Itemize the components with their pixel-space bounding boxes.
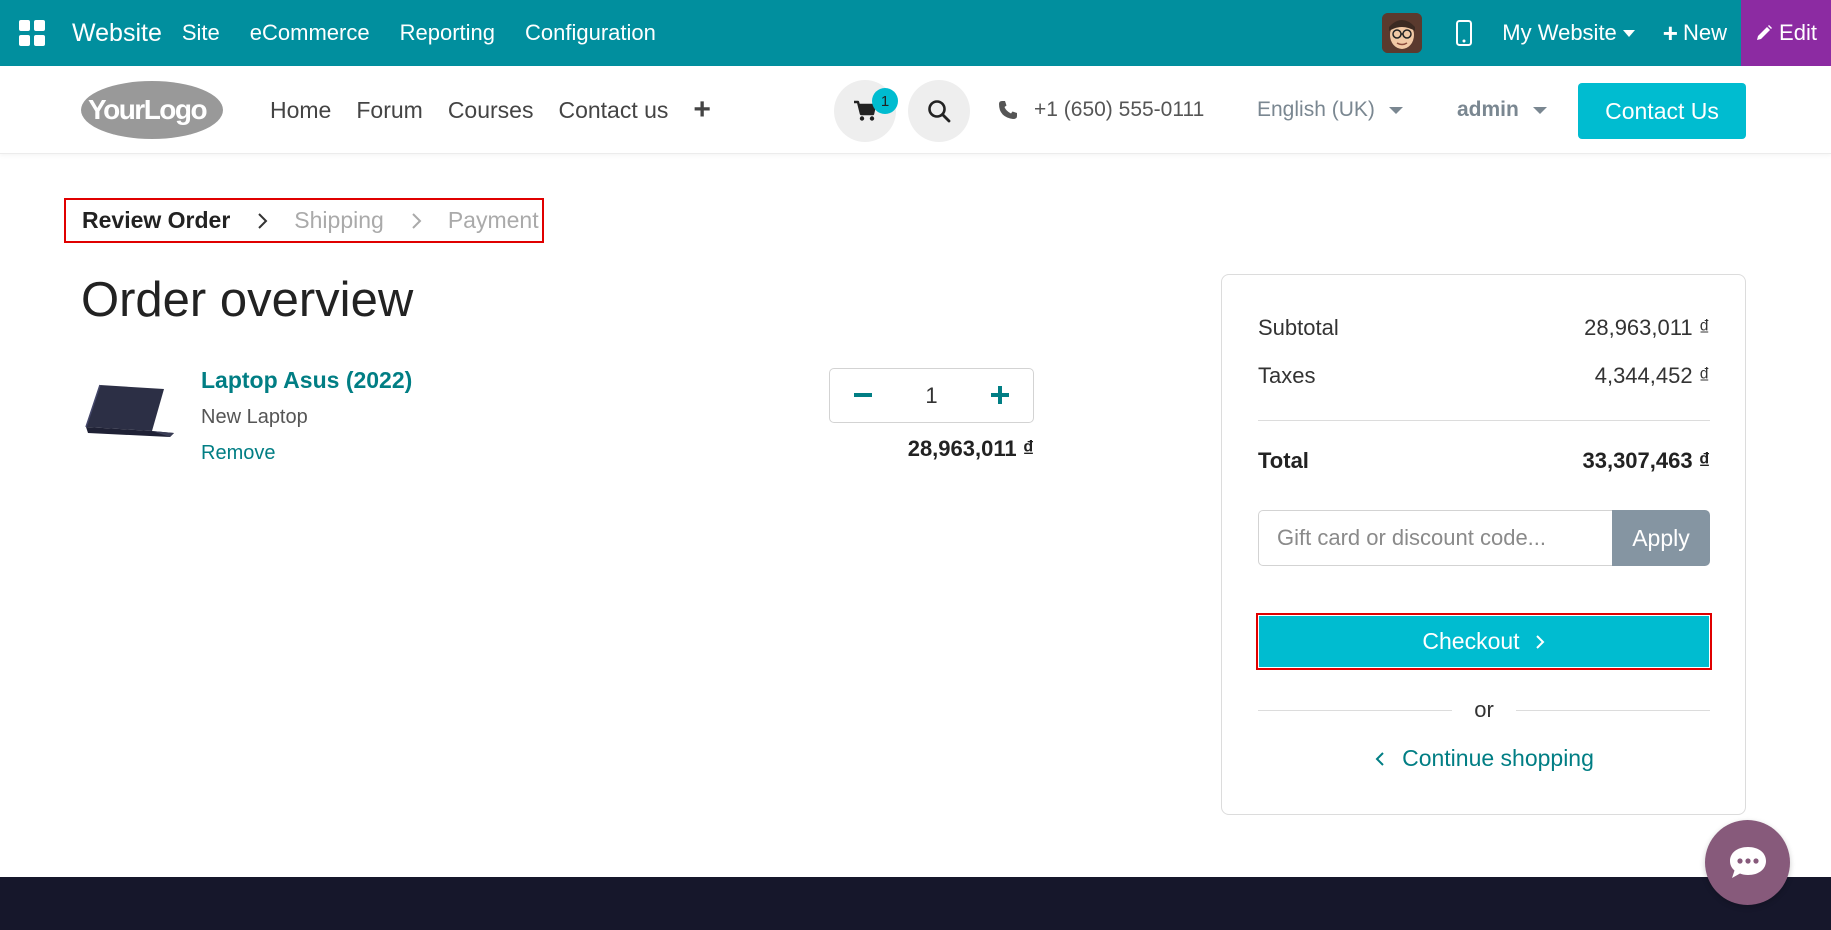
checkout-label: Checkout: [1422, 628, 1520, 654]
plus-icon: +: [1662, 17, 1678, 48]
quantity-input[interactable]: 1: [925, 383, 937, 409]
header-phone[interactable]: +1 (650) 555-0111: [998, 66, 1204, 154]
apps-menu-button[interactable]: [0, 0, 64, 66]
subtotal-row: Subtotal 28,963,011 ₫: [1258, 315, 1710, 341]
checkout-button[interactable]: Checkout: [1259, 616, 1709, 667]
chevron-right-icon: [1535, 634, 1544, 649]
page-title: Order overview: [81, 273, 414, 327]
increase-quantity-button[interactable]: [987, 381, 1013, 411]
user-menu[interactable]: admin: [1457, 66, 1547, 154]
promo-code-input[interactable]: [1258, 510, 1612, 566]
total-label: Total: [1258, 448, 1309, 473]
decrease-quantity-button[interactable]: [850, 381, 876, 411]
contact-us-button[interactable]: Contact Us: [1578, 83, 1746, 139]
main-nav: Home Forum Courses Contact us +: [270, 66, 711, 154]
admin-menu-ecommerce[interactable]: eCommerce: [250, 20, 370, 46]
nav-contact-us[interactable]: Contact us: [558, 97, 668, 124]
caret-down-icon: [1532, 106, 1547, 114]
taxes-row: Taxes 4,344,452 ₫: [1258, 363, 1710, 389]
nav-home[interactable]: Home: [270, 97, 331, 124]
logo-text: YourLogo: [88, 94, 208, 125]
or-label: or: [1474, 697, 1494, 722]
plus-icon: [991, 385, 1009, 404]
search-button[interactable]: [908, 80, 970, 142]
promo-code-group: Apply: [1258, 510, 1710, 566]
new-content-label: New: [1682, 20, 1727, 45]
chevron-left-icon: [1375, 751, 1384, 766]
chevron-right-icon: [412, 212, 422, 229]
edit-label: Edit: [1779, 20, 1817, 45]
admin-menu-reporting[interactable]: Reporting: [400, 20, 495, 46]
user-name: admin: [1457, 98, 1519, 121]
add-menu-item-icon[interactable]: +: [693, 93, 711, 127]
summary-divider: [1258, 420, 1710, 421]
step-shipping: Shipping: [294, 207, 384, 233]
app-brand[interactable]: Website: [72, 19, 162, 48]
user-avatar[interactable]: [1382, 13, 1423, 53]
subtotal-label: Subtotal: [1258, 315, 1339, 340]
language-selector[interactable]: English (UK): [1257, 66, 1403, 154]
livechat-button[interactable]: [1705, 820, 1790, 905]
total-value: 33,307,463 ₫: [1582, 448, 1710, 473]
remove-item-link[interactable]: Remove: [201, 442, 275, 465]
taxes-value: 4,344,452 ₫: [1594, 363, 1710, 388]
product-description: New Laptop: [201, 406, 308, 428]
total-row: Total 33,307,463 ₫: [1258, 448, 1710, 474]
chevron-right-icon: [258, 212, 268, 229]
taxes-label: Taxes: [1258, 363, 1316, 388]
separator-line: [1258, 709, 1453, 711]
edit-button[interactable]: Edit: [1741, 0, 1831, 66]
phone-icon: [999, 101, 1017, 119]
caret-down-icon: [1622, 29, 1635, 37]
website-header: YourLogo Home Forum Courses Contact us +…: [0, 66, 1831, 154]
product-name-link[interactable]: Laptop Asus (2022): [201, 367, 412, 394]
search-icon: [928, 100, 951, 123]
apply-promo-button[interactable]: Apply: [1612, 510, 1710, 566]
step-review-order[interactable]: Review Order: [82, 207, 230, 234]
chat-bubble-icon: [1729, 846, 1766, 878]
quantity-stepper: 1: [829, 368, 1034, 423]
step-payment: Payment: [447, 207, 539, 233]
separator-line: [1515, 709, 1710, 711]
subtotal-value: 28,963,011 ₫: [1584, 315, 1710, 340]
cart-button[interactable]: 1: [834, 80, 898, 142]
product-image[interactable]: [82, 381, 176, 441]
pencil-icon: [1757, 25, 1773, 40]
admin-navbar: Website Site eCommerce Reporting Configu…: [0, 0, 1831, 66]
nav-courses[interactable]: Courses: [448, 97, 534, 124]
order-summary-card: Subtotal 28,963,011 ₫ Taxes 4,344,452 ₫ …: [1221, 274, 1746, 815]
line-item-price: 28,963,011 ₫: [907, 436, 1034, 461]
cart-count-badge: 1: [872, 88, 898, 114]
language-label: English (UK): [1257, 98, 1375, 121]
page-footer: [0, 877, 1831, 930]
site-logo[interactable]: YourLogo: [80, 80, 224, 140]
nav-forum[interactable]: Forum: [356, 97, 422, 124]
website-selector-label: My Website: [1502, 20, 1617, 45]
new-content-button[interactable]: + New: [1663, 18, 1727, 49]
checkout-button-frame: Checkout: [1256, 613, 1712, 670]
phone-number: +1 (650) 555-0111: [1034, 98, 1205, 121]
or-separator: or: [1258, 695, 1710, 725]
caret-down-icon: [1388, 106, 1403, 114]
admin-menu-site[interactable]: Site: [182, 20, 220, 46]
minus-icon: [854, 392, 872, 397]
checkout-progress: Review Order Shipping Payment: [64, 198, 544, 243]
apps-grid-icon: [19, 20, 45, 46]
website-selector[interactable]: My Website: [1502, 20, 1635, 46]
admin-menu-configuration[interactable]: Configuration: [525, 20, 656, 46]
continue-shopping-link[interactable]: Continue shopping: [1258, 745, 1710, 772]
mobile-preview-icon[interactable]: [1456, 20, 1473, 46]
continue-shopping-label: Continue shopping: [1402, 745, 1594, 771]
